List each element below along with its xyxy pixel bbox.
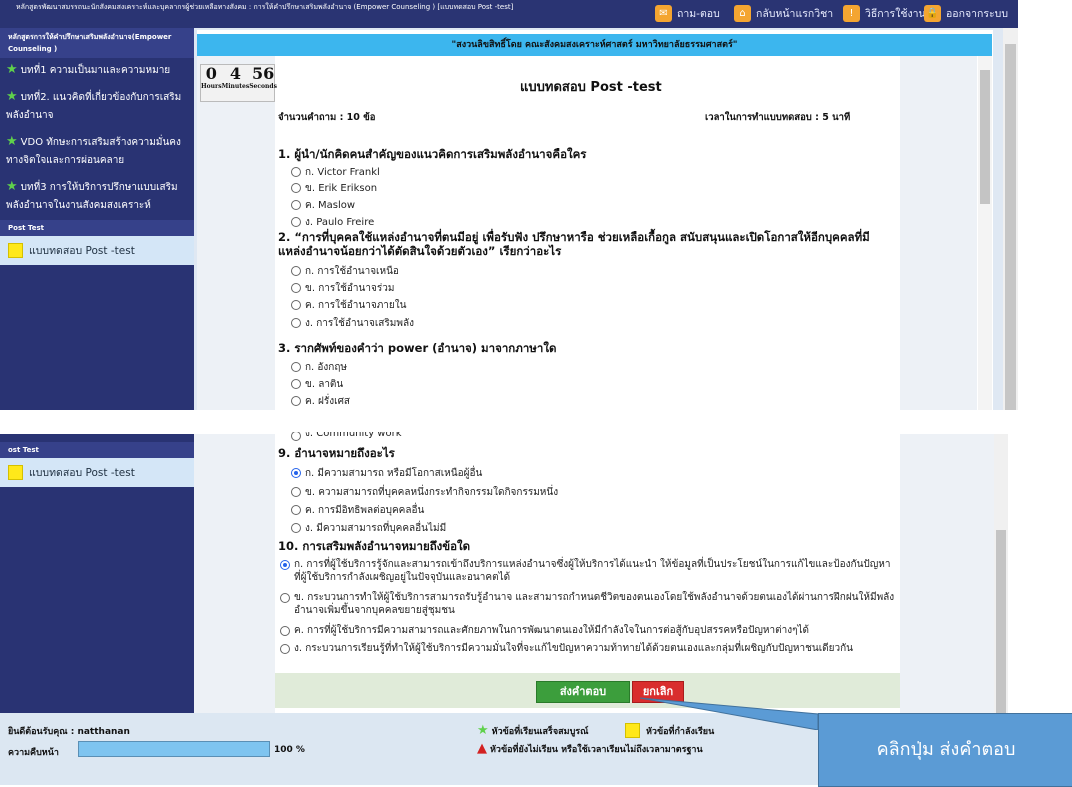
legend-done: ★ หัวข้อที่เรียนเสร็จสมบูรณ์	[477, 723, 589, 738]
q9-option-d[interactable]: ง. มีความสามารถที่บุคคลอื่นไม่มี	[291, 521, 446, 536]
radio-button[interactable]	[291, 217, 301, 227]
radio-button-selected[interactable]	[280, 560, 290, 570]
warning-icon: ▲	[477, 741, 487, 756]
current-topic-icon	[8, 243, 23, 258]
right-gutter	[900, 56, 977, 410]
lock-icon: 🔒	[924, 4, 941, 22]
progress-bar	[78, 741, 270, 757]
copyright-banner: "สงวนลิขสิทธิ์โดย คณะสังคมสงเคราะห์ศาสตร…	[197, 34, 992, 56]
sidebar-item-chapter2[interactable]: ★ บทที่2. แนวคิดที่เกี่ยวข้องกับการเสริมพ…	[0, 85, 194, 130]
left-gutter	[194, 434, 275, 713]
star-icon: ★	[477, 723, 489, 738]
progress-value: 100 %	[274, 745, 305, 755]
timer-hours: 0	[205, 64, 217, 83]
star-icon: ★	[6, 62, 18, 77]
radio-button[interactable]	[291, 318, 301, 328]
current-topic-icon	[8, 465, 23, 480]
radio-button[interactable]	[291, 183, 301, 193]
breadcrumb: หลักสูตรพัฒนาสมรรถนะนักสังคมสงเคราะห์และ…	[16, 3, 514, 11]
sidebar-item-chapter1[interactable]: ★ บทที่1 ความเป็นมาและความหมาย	[0, 58, 194, 85]
sidebar: หลักสูตรการให้คำปรึกษาเสริมพลังอำนาจ(Emp…	[0, 28, 194, 410]
q10-option-c[interactable]: ค. การที่ผู้ใช้บริการมีความสามารถและศักย…	[280, 624, 895, 637]
nav-help[interactable]: ! วิธีการใช้งาน	[843, 3, 926, 23]
course-title: หลักสูตรการให้คำปรึกษาเสริมพลังอำนาจ(Emp…	[0, 28, 194, 58]
q9-option-a[interactable]: ก. มีความสามารถ หรือมีโอกาสเหนือผู้อื่น	[291, 466, 482, 481]
radio-button[interactable]	[291, 283, 301, 293]
q1-option-b[interactable]: ข. Erik Erikson	[291, 181, 377, 196]
sidebar-item-posttest[interactable]: แบบทดสอบ Post -test	[0, 236, 194, 265]
progress-label: ความคืบหน้า	[8, 748, 59, 758]
star-icon: ★	[6, 89, 18, 104]
q10-option-a[interactable]: ก. การที่ผู้ใช้บริการรู้จักและสามารถเข้า…	[280, 558, 895, 584]
radio-button[interactable]	[291, 523, 301, 533]
chat-icon: ✉	[655, 4, 672, 22]
timer-minutes: 4	[229, 64, 241, 83]
question-9: 9. อำนาจหมายถึงอะไร	[278, 446, 395, 460]
radio-button[interactable]	[291, 266, 301, 276]
q10-option-d[interactable]: ง. กระบวนการเรียนรู้ที่ทำให้ผู้ใช้บริการ…	[280, 642, 895, 655]
submit-button[interactable]: ส่งคำตอบ	[536, 681, 630, 703]
q1-option-a[interactable]: ก. Victor Frankl	[291, 165, 380, 180]
exam-title: แบบทดสอบ Post -test	[520, 80, 662, 95]
radio-button[interactable]	[291, 396, 301, 406]
radio-button[interactable]	[291, 362, 301, 372]
question-3: 3. รากศัพท์ของคำว่า power (อำนาจ) มาจากภ…	[278, 341, 557, 355]
star-icon: ★	[6, 134, 18, 149]
radio-button[interactable]	[291, 432, 301, 441]
nav-qa[interactable]: ✉ ถาม-ตอบ	[655, 3, 720, 23]
q8-option-d-partial[interactable]: ง. Community work	[291, 432, 402, 441]
info-icon: !	[843, 4, 860, 22]
home-icon: ⌂	[734, 4, 751, 22]
timer-seconds: 56	[251, 64, 275, 83]
page-scrollbar-thumb[interactable]	[1005, 44, 1016, 410]
welcome-text: ยินดีต้อนรับคุณ : natthanan	[8, 727, 130, 737]
q9-option-c[interactable]: ค. การมีอิทธิพลต่อบุคคลอื่น	[291, 503, 424, 518]
left-gutter	[197, 56, 275, 410]
nav-logout[interactable]: 🔒 ออกจากระบบ	[924, 3, 1008, 23]
nav-home[interactable]: ⌂ กลับหน้าแรกวิชา	[734, 3, 833, 23]
radio-button[interactable]	[280, 593, 290, 603]
q10-option-b[interactable]: ข. กระบวนการทำให้ผู้ใช้บริการสามารถรับรู…	[280, 591, 895, 617]
q3-option-b[interactable]: ข. ลาติน	[291, 377, 343, 392]
current-topic-icon	[625, 723, 640, 738]
q2-option-c[interactable]: ค. การใช้อำนาจภายใน	[291, 298, 406, 313]
sidebar-item-vdo[interactable]: ★ VDO ทักษะการเสริมสร้างความมั่นคงทางจิตใ…	[0, 130, 194, 175]
radio-button[interactable]	[280, 644, 290, 654]
sidebar-section-posttest: ost Test	[0, 442, 194, 458]
content-scrollbar-thumb[interactable]	[996, 530, 1006, 713]
q3-option-c[interactable]: ค. ฝรั่งเศส	[291, 394, 350, 409]
q3-option-a[interactable]: ก. อังกฤษ	[291, 360, 347, 375]
radio-button[interactable]	[291, 300, 301, 310]
sidebar-item-posttest[interactable]: แบบทดสอบ Post -test	[0, 458, 194, 487]
right-gutter	[900, 434, 994, 713]
q1-option-c[interactable]: ค. Maslow	[291, 198, 355, 213]
radio-button[interactable]	[280, 626, 290, 636]
radio-button[interactable]	[291, 200, 301, 210]
radio-button-selected[interactable]	[291, 468, 301, 478]
sidebar-bottom: ost Test แบบทดสอบ Post -test	[0, 434, 194, 713]
q2-option-b[interactable]: ข. การใช้อำนาจร่วม	[291, 281, 394, 296]
q2-option-a[interactable]: ก. การใช้อำนาจเหนือ	[291, 264, 399, 279]
sidebar-section-posttest: Post Test	[0, 220, 194, 236]
star-icon: ★	[6, 179, 18, 194]
q2-option-d[interactable]: ง. การใช้อำนาจเสริมพลัง	[291, 316, 414, 331]
question-1: 1. ผู้นำ/นักคิดคนสำคัญของแนวคิดการเสริมพ…	[278, 147, 587, 161]
legend-pending: ▲ หัวข้อที่ยังไม่เรียน หรือใช้เวลาเรียนไม…	[477, 741, 703, 756]
content-scrollbar-thumb[interactable]	[980, 70, 990, 204]
radio-button[interactable]	[291, 167, 301, 177]
radio-button[interactable]	[291, 487, 301, 497]
q9-option-b[interactable]: ข. ความสามารถที่บุคคลหนึ่งกระทำกิจกรรมใด…	[291, 485, 558, 500]
question-2: 2. “การที่บุคคลใช้แหล่งอำนาจที่ตนมีอยู่ …	[278, 230, 870, 258]
exam-time: เวลาในการทำแบบทดสอบ : 5 นาที	[705, 112, 851, 123]
q1-option-d[interactable]: ง. Paulo Freire	[291, 215, 374, 230]
countdown-timer: 0 Hours 4 Minutes 56 Seconds	[200, 64, 277, 102]
question-count: จำนวนคำถาม : 10 ข้อ	[278, 112, 376, 123]
callout-pointer	[640, 697, 819, 730]
sidebar-item-chapter3[interactable]: ★ บทที่3 การให้บริการปรึกษาแบบเสริมพลังอำ…	[0, 175, 194, 220]
question-10: 10. การเสริมพลังอำนาจหมายถึงข้อใด	[278, 539, 471, 553]
radio-button[interactable]	[291, 505, 301, 515]
radio-button[interactable]	[291, 379, 301, 389]
callout-annotation: คลิกปุ่ม ส่งคำตอบ	[818, 713, 1072, 787]
